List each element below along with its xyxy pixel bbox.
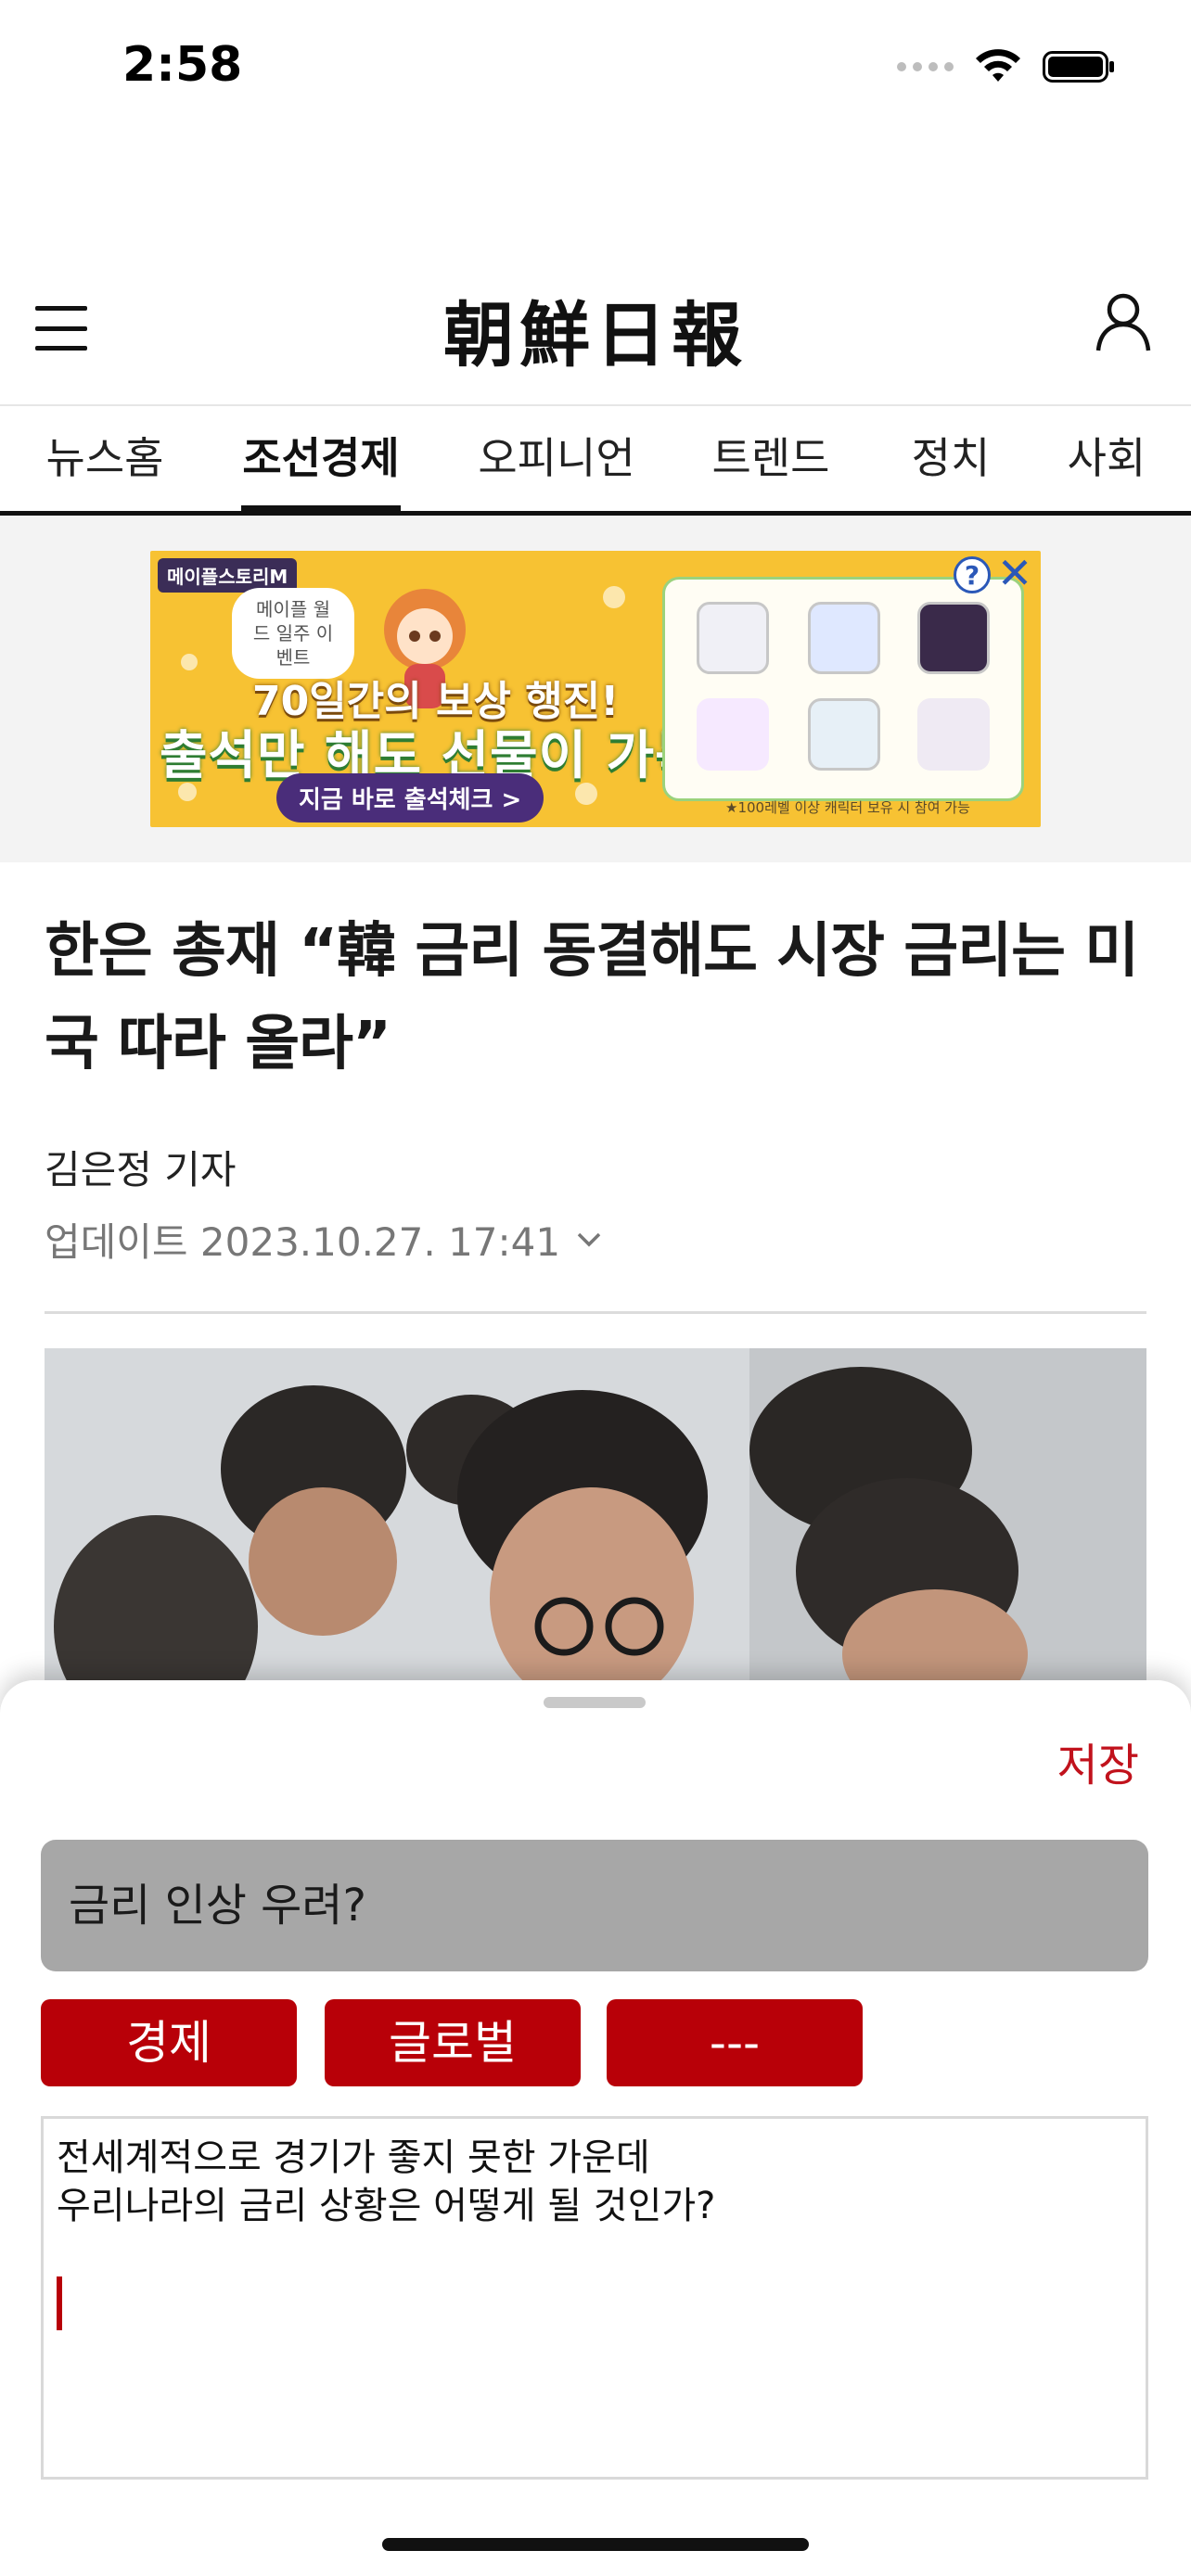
ad-reward-item — [917, 602, 990, 674]
tag-global-button[interactable]: 글로벌 — [325, 1999, 581, 2086]
save-button[interactable]: 저장 — [1057, 1728, 1139, 1793]
memo-line: 전세계적으로 경기가 좋지 못한 가운데 — [57, 2136, 650, 2179]
ad-reward-item — [917, 698, 990, 771]
text-cursor — [57, 2276, 62, 2330]
tag-economy-button[interactable]: 경제 — [41, 1999, 297, 2086]
home-indicator[interactable] — [382, 2538, 809, 2551]
chosun-logo: 朝鮮日報 — [443, 294, 748, 376]
sheet-grabber[interactable] — [544, 1697, 646, 1708]
ad-close-icon[interactable]: ✕ — [994, 552, 1035, 595]
cellular-signal-icon — [897, 62, 954, 71]
ad-reward-item — [697, 698, 769, 771]
user-icon[interactable] — [1093, 291, 1154, 352]
question-field[interactable]: 금리 인상 우려? — [41, 1840, 1148, 1971]
section-nav: 뉴스홈 조선경제 오피니언 트렌드 정치 사회 — [0, 404, 1191, 516]
ad-reward-item — [808, 698, 880, 771]
updated-timestamp: 업데이트 2023.10.27. 17:41 — [45, 1219, 561, 1265]
ad-event-bubble: 메이플 월드 일주 이벤트 — [232, 588, 354, 679]
tab-opinion[interactable]: 오피니언 — [475, 406, 638, 511]
article-photo[interactable] — [45, 1348, 1146, 1691]
ad-help-icon[interactable]: ? — [954, 556, 991, 593]
battery-icon — [1043, 51, 1114, 83]
article-headline: 한은 총재 “韓 금리 동결해도 시장 금리는 미국 따라 올라” — [45, 917, 1139, 1078]
divider — [45, 1311, 1146, 1314]
status-icons — [897, 41, 1117, 93]
ad-banner[interactable]: 메이플스토리M 메이플 월드 일주 이벤트 70일간의 보상 행진! 출석만 해… — [150, 551, 1041, 827]
tab-chosun-economy[interactable]: 조선경제 — [241, 406, 401, 511]
status-time: 2:58 — [122, 37, 243, 93]
memo-bottom-sheet: 저장 금리 인상 우려? 경제 글로벌 --- 전세계적으로 경기가 좋지 못한… — [0, 1680, 1191, 2576]
chevron-down-icon — [577, 1232, 601, 1246]
ad-cta-button[interactable]: 지금 바로 출석체크 > — [276, 773, 544, 823]
article-reporter[interactable]: 김은정 기자 — [45, 1139, 237, 1195]
article-updated[interactable]: 업데이트 2023.10.27. 17:41 — [45, 1211, 603, 1268]
tag-empty-button[interactable]: --- — [607, 1999, 863, 2086]
ad-footnote: ★100레벨 이상 캐릭터 보유 시 참여 가능 — [725, 799, 970, 816]
tab-politics[interactable]: 정치 — [909, 406, 992, 511]
ad-reward-item — [808, 602, 880, 674]
tab-trend[interactable]: 트렌드 — [711, 406, 831, 511]
ad-reward-item — [697, 602, 769, 674]
memo-line: 우리나라의 금리 상황은 어떻게 될 것인가? — [57, 2185, 716, 2227]
ad-reward-panel — [662, 577, 1024, 801]
wifi-icon — [976, 49, 1020, 82]
memo-textarea[interactable]: 전세계적으로 경기가 좋지 못한 가운데 우리나라의 금리 상황은 어떻게 될 … — [41, 2116, 1148, 2480]
tab-news-home[interactable]: 뉴스홈 — [45, 406, 165, 511]
article-photo-illustration — [45, 1348, 1146, 1691]
tab-society[interactable]: 사회 — [1065, 406, 1148, 511]
